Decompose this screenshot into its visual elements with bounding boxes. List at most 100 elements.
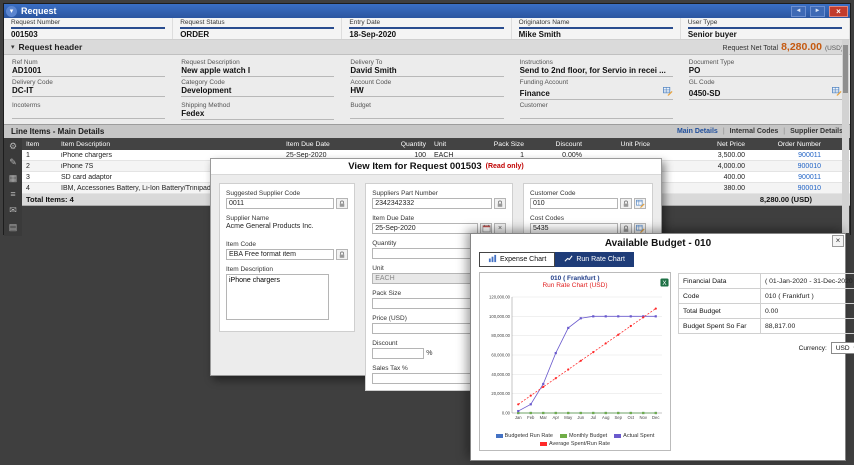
window-titlebar: ▾ Request ◄ ► × <box>4 4 850 18</box>
field-delivery-code[interactable]: Delivery Code DC-IT <box>4 77 173 100</box>
currency-select[interactable]: USD ▾ <box>830 342 854 354</box>
lock-icon[interactable] <box>620 198 632 209</box>
item-description-textarea[interactable]: iPhone chargers <box>226 274 329 320</box>
svg-text:Jan: Jan <box>515 415 522 420</box>
nav-back-button[interactable]: ◄ <box>791 5 806 17</box>
field-document-type[interactable]: Document Type PO <box>681 57 850 77</box>
customer-code-input[interactable] <box>530 198 618 209</box>
svg-text:Nov: Nov <box>640 415 648 420</box>
menu-icon[interactable]: ≡ <box>10 190 15 199</box>
field-supplier-name: Supplier Name Acme General Products Inc. <box>226 215 348 235</box>
info-row-code: Code 010 ( Frankfurt ) <box>678 289 854 304</box>
legend-swatch <box>559 434 567 438</box>
field-item-due-date: Item Due Date × <box>372 215 506 234</box>
order-number-link[interactable]: 900010 <box>749 163 825 170</box>
order-number-link[interactable]: 900011 <box>749 174 825 181</box>
tab-main-details[interactable]: Main Details <box>677 128 718 135</box>
field-value[interactable]: 001503 <box>11 29 165 39</box>
discount-input[interactable] <box>372 348 425 359</box>
field-request-number[interactable]: Request Number 001503 <box>4 18 174 39</box>
export-excel-icon[interactable]: X <box>660 274 669 292</box>
field-customer-code: Customer Code <box>530 190 646 209</box>
field-delivery-to[interactable]: Delivery To David Smith <box>342 57 511 77</box>
nav-forward-button[interactable]: ► <box>810 5 825 17</box>
field-cost-codes: Cost Codes <box>530 215 646 234</box>
tab-internal-codes[interactable]: Internal Codes <box>730 128 779 135</box>
chevron-down-icon[interactable]: ▾ <box>6 5 17 17</box>
mail-icon[interactable]: ✉ <box>9 206 17 215</box>
close-window-button[interactable]: × <box>829 5 848 17</box>
field-value[interactable]: ORDER <box>180 29 334 39</box>
supplier-name-value: Acme General Products Inc. <box>226 223 314 230</box>
field-incoterms[interactable]: Incoterms <box>4 100 173 120</box>
grid-edit-icon[interactable] <box>662 86 673 98</box>
lock-icon[interactable] <box>494 198 506 209</box>
edit-icon[interactable]: ✎ <box>9 158 17 167</box>
legend-label: Monthly Budget <box>568 433 608 439</box>
section-title: Request header <box>18 42 83 52</box>
order-number-link[interactable]: 900010 <box>749 185 825 192</box>
chevron-down-icon[interactable]: ▾ <box>11 43 15 51</box>
field-entry-date[interactable]: Entry Date 18-Sep-2020 <box>342 18 512 39</box>
svg-text:Mar: Mar <box>540 415 548 420</box>
legend-swatch <box>539 442 547 446</box>
field-item-description: Item Description iPhone chargers <box>226 266 348 325</box>
field-value[interactable]: 18-Sep-2020 <box>349 29 503 39</box>
currency-label: Currency: <box>798 344 827 352</box>
field-request-status[interactable]: Request Status ORDER <box>173 18 343 39</box>
cell-item: 4 <box>26 184 30 192</box>
suggested-supplier-code-input[interactable] <box>226 198 335 209</box>
field-value[interactable]: Mike Smith <box>519 29 673 39</box>
lock-icon[interactable] <box>336 198 349 209</box>
field-funding-account[interactable]: Funding Account Finance <box>512 77 681 100</box>
field-customer[interactable]: Customer <box>512 100 681 120</box>
tab-supplier-details[interactable]: Supplier Details <box>790 128 843 135</box>
field-value[interactable]: Senior buyer <box>688 29 842 39</box>
tab-expense-chart[interactable]: Expense Chart <box>479 252 556 267</box>
legend-swatch <box>614 434 622 438</box>
lock-icon[interactable] <box>336 249 349 260</box>
suppliers-part-number-input[interactable] <box>372 198 492 209</box>
order-number-link[interactable]: 900011 <box>749 152 825 159</box>
side-toolbar: ⚙ ✎ ▦ ≡ ✉ ▤ <box>4 138 22 236</box>
svg-text:Jul: Jul <box>591 415 596 420</box>
item-code-input[interactable] <box>226 249 335 260</box>
field-instructions[interactable]: Instructions Send to 2nd floor, for Servi… <box>512 57 681 77</box>
net-total-value: 8,280.00 <box>781 41 822 53</box>
top-fields-bar: Request Number 001503 Request Status ORD… <box>4 18 851 40</box>
tab-run-rate-chart[interactable]: Run Rate Chart <box>555 252 634 267</box>
legend-swatch <box>495 434 503 438</box>
cell-item: 1 <box>26 151 30 159</box>
field-account-code[interactable]: Account Code HW <box>342 77 511 100</box>
info-row-total-budget: Total Budget 0.00 <box>678 304 854 319</box>
field-label: Originators Name <box>518 19 673 29</box>
grid-edit-icon[interactable] <box>832 86 842 98</box>
info-row-budget-spent: Budget Spent So Far 88,817.00 <box>678 319 854 334</box>
gear-icon[interactable]: ⚙ <box>9 142 17 151</box>
runrate-chart: 0.00 20,000.00 40,000.00 60,000.00 80,000.00… <box>489 295 662 420</box>
list-icon[interactable]: ▤ <box>9 223 18 232</box>
request-header-bar[interactable]: ▾ Request header Request Net Total 8,280… <box>4 40 850 55</box>
svg-text:100,000.00: 100,000.00 <box>489 314 511 319</box>
svg-text:0.00: 0.00 <box>502 411 511 416</box>
field-budget[interactable]: Budget <box>342 100 511 120</box>
chart-subtitle: Run Rate Chart (USD) <box>542 282 608 289</box>
close-modal-button[interactable]: × <box>832 235 844 247</box>
field-gl-code[interactable]: GL Code 0450-SD <box>681 77 850 100</box>
info-row-financial-data: Financial Data ( 01-Jan-2020 - 31-Dec-20… <box>678 273 854 289</box>
field-shipping-method[interactable]: Shipping Method Fedex <box>173 100 342 120</box>
legend-label: Average Spent/Run Rate <box>548 441 611 447</box>
scrollbar-thumb[interactable] <box>843 45 848 93</box>
field-ref-num[interactable]: Ref Num AD1001 <box>4 57 173 77</box>
budget-modal-title: Available Budget - 010 <box>604 238 712 249</box>
legend-item: Monthly Budget <box>559 433 608 439</box>
grid-icon[interactable]: ▦ <box>9 174 18 183</box>
item-due-date-input[interactable] <box>372 223 478 234</box>
field-request-description[interactable]: Request Description New apple watch I <box>173 57 342 77</box>
field-user-type[interactable]: User Type Senior buyer <box>681 18 851 39</box>
legend-label: Budgeted Run Rate <box>504 433 553 439</box>
field-originators-name[interactable]: Originators Name Mike Smith <box>512 18 681 39</box>
field-category-code[interactable]: Category Code Development <box>173 77 342 100</box>
grid-edit-icon[interactable] <box>634 198 646 209</box>
field-suggested-supplier-code: Suggested Supplier Code <box>226 190 349 209</box>
